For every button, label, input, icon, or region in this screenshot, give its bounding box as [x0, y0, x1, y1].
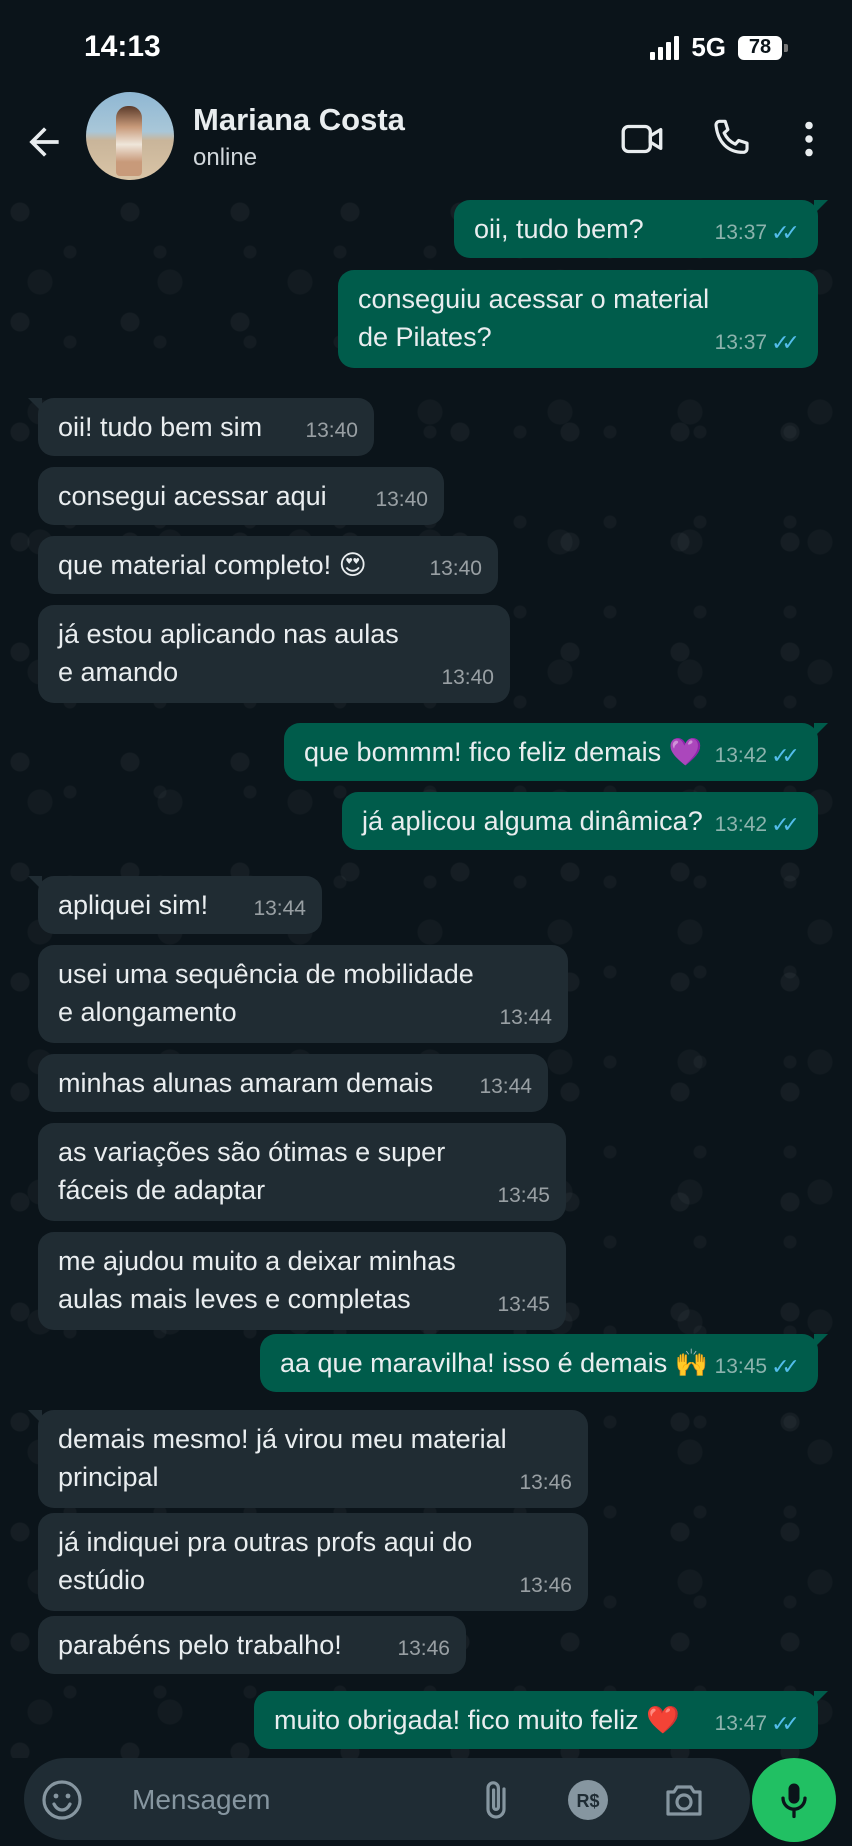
message-time: 13:40 — [375, 488, 428, 511]
status-indicators: 5G 78 — [650, 32, 788, 63]
emoji-icon[interactable] — [38, 1776, 86, 1824]
contact-name[interactable]: Mariana Costa — [193, 102, 405, 138]
read-ticks-icon: ✓✓ — [771, 1711, 800, 1736]
message-incoming[interactable]: já indiquei pra outras profs aqui do est… — [38, 1513, 588, 1611]
message-time: 13:45 — [497, 1293, 550, 1316]
message-text: muito obrigada! fico muito feliz ❤️ — [274, 1705, 680, 1735]
message-time: 13:46 — [519, 1574, 572, 1597]
message-incoming[interactable]: parabéns pelo trabalho! 13:46 — [38, 1616, 466, 1674]
status-time: 14:13 — [84, 30, 161, 63]
mic-button[interactable] — [752, 1758, 836, 1842]
message-time: 13:42 ✓✓ — [715, 737, 800, 775]
message-time: 13:44 — [499, 1006, 552, 1029]
svg-text:R$: R$ — [576, 1791, 599, 1811]
message-text: já estou aplicando nas aulas e amando — [58, 619, 399, 687]
network-type: 5G — [691, 32, 726, 62]
payment-rs-icon[interactable]: R$ — [564, 1776, 612, 1824]
message-time: 13:42 ✓✓ — [715, 806, 800, 844]
message-incoming[interactable]: apliquei sim! 13:44 — [28, 876, 322, 934]
message-text: apliquei sim! — [58, 890, 209, 920]
message-text: me ajudou muito a deixar minhas aulas ma… — [58, 1246, 456, 1314]
contact-status: online — [193, 144, 258, 171]
message-incoming[interactable]: usei uma sequência de mobilidade e along… — [38, 945, 568, 1043]
message-time: 13:45 — [497, 1184, 550, 1207]
more-vert-icon[interactable] — [784, 114, 834, 164]
read-ticks-icon: ✓✓ — [771, 812, 800, 837]
message-text: minhas alunas amaram demais — [58, 1068, 434, 1098]
camera-icon[interactable] — [660, 1776, 708, 1824]
message-incoming[interactable]: as variações são ótimas e super fáceis d… — [38, 1123, 566, 1221]
message-time: 13:37 ✓✓ — [715, 324, 800, 362]
message-text: oii, tudo bem? — [474, 214, 644, 244]
composer: R$ — [0, 1758, 852, 1846]
message-incoming[interactable]: oii! tudo bem sim 13:40 — [28, 398, 374, 456]
message-outgoing[interactable]: já aplicou alguma dinâmica? 13:42 ✓✓ — [342, 792, 818, 850]
message-text: demais mesmo! já virou meu material prin… — [58, 1424, 507, 1492]
message-text: que material completo! 😍 — [58, 550, 367, 580]
message-incoming[interactable]: que material completo! 😍 13:40 — [38, 536, 498, 594]
chat-header: Mariana Costa online — [0, 92, 852, 192]
message-incoming[interactable]: minhas alunas amaram demais 13:44 — [38, 1054, 548, 1112]
video-call-icon[interactable] — [618, 114, 668, 164]
message-outgoing[interactable]: que bommm! fico feliz demais 💜 13:42 ✓✓ — [284, 723, 828, 781]
message-incoming[interactable]: consegui acessar aqui 13:40 — [38, 467, 444, 525]
message-time: 13:40 — [441, 666, 494, 689]
message-text: usei uma sequência de mobilidade e along… — [58, 959, 474, 1027]
message-input[interactable] — [130, 1774, 484, 1826]
message-incoming[interactable]: demais mesmo! já virou meu material prin… — [28, 1410, 588, 1508]
message-outgoing[interactable]: aa que maravilha! isso é demais 🙌 13:45 ✓… — [260, 1334, 828, 1392]
message-input-box[interactable]: R$ — [24, 1758, 750, 1840]
message-text: já indiquei pra outras profs aqui do est… — [58, 1527, 473, 1595]
message-outgoing[interactable]: oii, tudo bem? 13:37 ✓✓ — [454, 200, 828, 258]
battery-level: 78 — [748, 36, 772, 58]
message-outgoing[interactable]: muito obrigada! fico muito feliz ❤️ 13:4… — [254, 1691, 828, 1749]
message-text: parabéns pelo trabalho! — [58, 1630, 342, 1660]
read-ticks-icon: ✓✓ — [771, 220, 800, 245]
avatar[interactable] — [86, 92, 174, 180]
message-text: já aplicou alguma dinâmica? — [362, 806, 703, 836]
message-text: conseguiu acessar o material de Pilates? — [358, 284, 710, 352]
message-list[interactable]: oii, tudo bem? 13:37 ✓✓ conseguiu acessar… — [0, 192, 852, 1758]
message-text: as variações são ótimas e super fáceis d… — [58, 1137, 446, 1205]
phone-icon[interactable] — [706, 114, 756, 164]
message-outgoing[interactable]: conseguiu acessar o material de Pilates?… — [338, 270, 818, 368]
message-time: 13:44 — [479, 1075, 532, 1098]
signal-icon — [650, 35, 680, 60]
read-ticks-icon: ✓✓ — [771, 330, 800, 355]
message-text: consegui acessar aqui — [58, 481, 327, 511]
message-incoming[interactable]: me ajudou muito a deixar minhas aulas ma… — [38, 1232, 566, 1330]
message-incoming[interactable]: já estou aplicando nas aulas e amando 13… — [38, 605, 510, 703]
read-ticks-icon: ✓✓ — [771, 743, 800, 768]
message-text: oii! tudo bem sim — [58, 412, 263, 442]
message-time: 13:40 — [429, 557, 482, 580]
message-time: 13:47 ✓✓ — [715, 1705, 800, 1743]
message-text: aa que maravilha! isso é demais 🙌 — [280, 1348, 709, 1378]
status-bar: 14:13 5G 78 — [0, 0, 852, 92]
message-text: que bommm! fico feliz demais 💜 — [304, 737, 703, 767]
message-time: 13:37 ✓✓ — [715, 214, 800, 252]
message-time: 13:44 — [253, 897, 306, 920]
message-time: 13:40 — [305, 419, 358, 442]
read-ticks-icon: ✓✓ — [771, 1354, 800, 1379]
message-time: 13:46 — [397, 1637, 450, 1660]
paperclip-icon[interactable] — [472, 1776, 520, 1824]
mic-icon — [781, 1783, 807, 1819]
message-time: 13:46 — [519, 1471, 572, 1494]
battery-icon: 78 — [738, 35, 788, 60]
message-time: 13:45 ✓✓ — [715, 1348, 800, 1386]
arrow-left-icon[interactable] — [22, 120, 66, 164]
